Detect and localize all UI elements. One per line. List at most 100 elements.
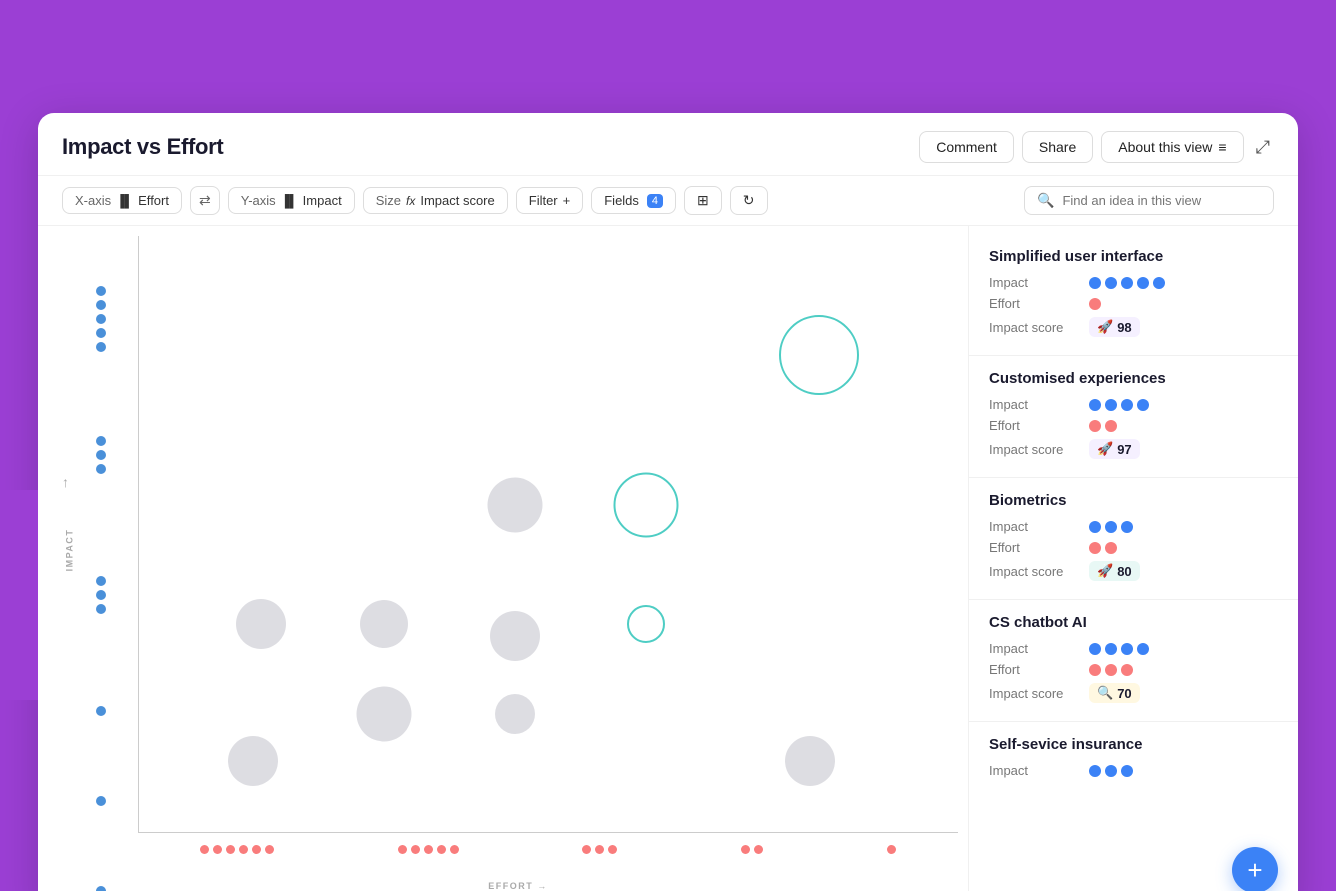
idea-title-3: Biometrics xyxy=(989,492,1278,509)
dot xyxy=(96,796,106,806)
y-axis-label: IMPACT xyxy=(64,528,74,571)
effort-label-3: Effort xyxy=(989,540,1089,555)
xaxis-button[interactable]: X-axis ▐▌ Effort xyxy=(62,187,182,214)
idea-card-4[interactable]: CS chatbot AI Impact Effort xyxy=(969,600,1298,722)
dot xyxy=(96,450,106,460)
scatter-area xyxy=(138,236,958,833)
score-icon-2: 🚀 xyxy=(1097,441,1113,457)
dot-group-4 xyxy=(96,706,106,716)
group-button[interactable]: ⊞ xyxy=(684,186,722,215)
idea-impact-row-3: Impact xyxy=(989,519,1278,534)
bubble-biometrics[interactable] xyxy=(627,605,665,643)
dot xyxy=(96,886,106,891)
idea-impact-row-5: Impact xyxy=(989,763,1278,778)
expand-button[interactable]: ⤢ xyxy=(1252,133,1274,162)
expand-icon: ⤢ xyxy=(1256,137,1270,157)
idea-impact-row-2: Impact xyxy=(989,397,1278,412)
dot xyxy=(96,706,106,716)
impact-dots-3 xyxy=(1089,521,1133,533)
bubble-grey-2[interactable] xyxy=(490,611,540,661)
yaxis-button[interactable]: Y-axis ▐▌ Impact xyxy=(228,187,355,214)
score-icon-1: 🚀 xyxy=(1097,319,1113,335)
search-input[interactable] xyxy=(1062,193,1261,208)
yaxis-label: Y-axis xyxy=(241,193,276,208)
fields-badge: 4 xyxy=(647,194,663,208)
bubble-customised[interactable] xyxy=(614,472,679,537)
dot-group-6 xyxy=(96,886,106,891)
size-value: Impact score xyxy=(420,193,494,208)
impact-label-2: Impact xyxy=(989,397,1089,412)
effort-label-2: Effort xyxy=(989,418,1089,433)
idea-effort-row-2: Effort xyxy=(989,418,1278,433)
size-button[interactable]: Size fx Impact score xyxy=(363,187,508,214)
bubble-grey-1[interactable] xyxy=(488,477,543,532)
idea-score-row-4: Impact score 🔍 70 xyxy=(989,683,1278,703)
idea-impact-row-1: Impact xyxy=(989,275,1278,290)
dot-group-2 xyxy=(96,436,106,474)
yaxis-value: Impact xyxy=(303,193,342,208)
score-num-4: 70 xyxy=(1117,686,1131,701)
score-badge-4: 🔍 70 xyxy=(1089,683,1140,703)
chart-area: IMPACT ↑ EFFORT → xyxy=(38,226,968,891)
idea-title-4: CS chatbot AI xyxy=(989,614,1278,631)
bubble-grey-3[interactable] xyxy=(360,600,408,648)
filter-button[interactable]: Filter + xyxy=(516,187,583,214)
idea-score-row-2: Impact score 🚀 97 xyxy=(989,439,1278,459)
impact-dots-1 xyxy=(1089,277,1165,289)
bubble-grey-5[interactable] xyxy=(495,694,535,734)
idea-impact-row-4: Impact xyxy=(989,641,1278,656)
impact-label: Impact xyxy=(989,275,1089,290)
dot-group-1 xyxy=(96,286,106,352)
fields-label: Fields xyxy=(604,193,639,208)
page-title: Impact vs Effort xyxy=(62,134,223,160)
add-fab-button[interactable]: + xyxy=(1232,847,1278,891)
menu-icon: ≡ xyxy=(1218,139,1226,155)
filter-plus-icon: + xyxy=(563,193,571,208)
search-icon: 🔍 xyxy=(1037,192,1054,209)
idea-card-1[interactable]: Simplified user interface Impact Effort xyxy=(969,234,1298,356)
y-axis-arrow: ↑ xyxy=(62,474,69,490)
impact-label-5: Impact xyxy=(989,763,1089,778)
score-badge-1: 🚀 98 xyxy=(1089,317,1140,337)
idea-card-5[interactable]: Self-sevice insurance Impact xyxy=(969,722,1298,790)
effort-label: Effort xyxy=(989,296,1089,311)
effort-dots-4 xyxy=(741,845,763,854)
effort-dots-2 xyxy=(398,845,459,854)
share-button[interactable]: Share xyxy=(1022,131,1093,163)
comment-button[interactable]: Comment xyxy=(919,131,1014,163)
bubble-grey-7[interactable] xyxy=(228,736,278,786)
effort-dots-1 xyxy=(1089,298,1101,310)
idea-title-2: Customised experiences xyxy=(989,370,1278,387)
sort-button[interactable]: ↻ xyxy=(730,186,768,215)
fields-button[interactable]: Fields 4 xyxy=(591,187,676,214)
idea-card-3[interactable]: Biometrics Impact Effort xyxy=(969,478,1298,600)
idea-score-row-3: Impact score 🚀 80 xyxy=(989,561,1278,581)
bubble-grey-8[interactable] xyxy=(785,736,835,786)
bar-chart-icon-y: ▐▌ xyxy=(281,194,298,208)
score-num-1: 98 xyxy=(1117,320,1131,335)
group-icon: ⊞ xyxy=(697,192,709,209)
effort-dots-5 xyxy=(887,845,896,854)
bubble-grey-6[interactable] xyxy=(236,599,286,649)
impact-dots-2 xyxy=(1089,399,1149,411)
dot xyxy=(96,436,106,446)
about-view-button[interactable]: About this view ≡ xyxy=(1101,131,1243,163)
header-actions: Comment Share About this view ≡ ⤢ xyxy=(919,131,1274,163)
bubble-simplified-ui[interactable] xyxy=(779,315,859,395)
main-card: Impact vs Effort Comment Share About thi… xyxy=(38,113,1298,891)
toolbar: X-axis ▐▌ Effort ⇄ Y-axis ▐▌ Impact Size… xyxy=(38,176,1298,226)
dot xyxy=(96,342,106,352)
swap-button[interactable]: ⇄ xyxy=(190,186,220,215)
bubble-grey-4[interactable] xyxy=(357,686,412,741)
dot xyxy=(96,464,106,474)
search-box[interactable]: 🔍 xyxy=(1024,186,1274,215)
dot xyxy=(96,590,106,600)
idea-card-2[interactable]: Customised experiences Impact Effort xyxy=(969,356,1298,478)
idea-effort-row-1: Effort xyxy=(989,296,1278,311)
xaxis-label: X-axis xyxy=(75,193,111,208)
impact-label-3: Impact xyxy=(989,519,1089,534)
main-content: IMPACT ↑ EFFORT → xyxy=(38,226,1298,891)
effort-dots-2 xyxy=(1089,420,1117,432)
effort-dots-1 xyxy=(200,845,274,854)
idea-title-5: Self-sevice insurance xyxy=(989,736,1278,753)
